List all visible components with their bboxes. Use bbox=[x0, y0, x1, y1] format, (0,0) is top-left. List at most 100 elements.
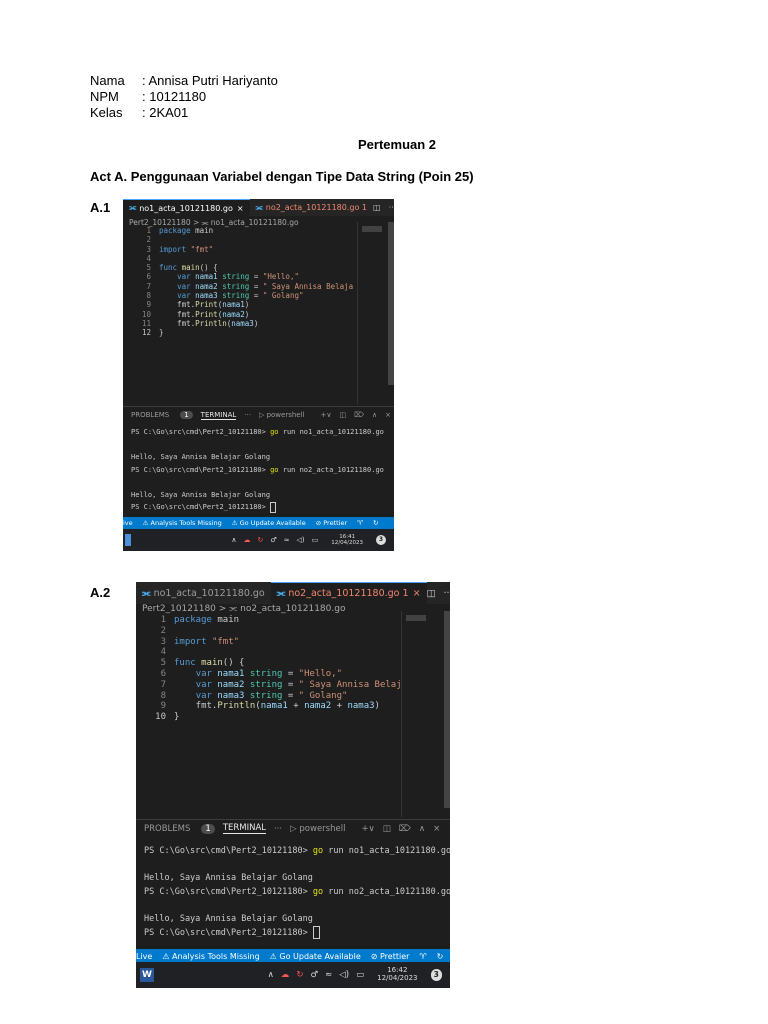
status-live[interactable]: Live bbox=[136, 952, 152, 961]
line-number: 7 bbox=[160, 679, 166, 690]
terminal-output[interactable]: PS C:\Go\src\cmd\Pert2_10121180> go run … bbox=[136, 845, 450, 940]
code-editor[interactable]: 1 package main 2 3 import "fmt" 4 5 func main()… bbox=[123, 226, 394, 338]
shell-name: powershell bbox=[299, 823, 346, 834]
windows-taskbar: W ∧ ☁ ↻ ♂ ≈ ◁) ▭ 16:42 12/04/2023 3 bbox=[136, 962, 450, 988]
terminal-cursor bbox=[312, 926, 320, 939]
split-terminal-icon[interactable]: ◫ bbox=[339, 411, 346, 419]
status-go-update[interactable]: ⚠ Go Update Available bbox=[270, 952, 361, 961]
battery-icon[interactable]: ▭ bbox=[312, 536, 319, 544]
go-file-icon: ⫘ bbox=[276, 588, 286, 599]
problems-tab[interactable]: PROBLEMS bbox=[131, 411, 169, 419]
line-number: 9 bbox=[146, 300, 151, 310]
tab-no1[interactable]: ⫘ no1_acta_10121180.go × bbox=[123, 199, 250, 217]
terminal-shell-selector[interactable]: ▷ powershell bbox=[259, 411, 313, 419]
status-live[interactable]: ive bbox=[123, 519, 133, 527]
terminal-tab[interactable]: TERMINAL bbox=[200, 411, 237, 420]
student-info: Nama: Annisa Putri Hariyanto NPM: 101211… bbox=[90, 73, 278, 121]
taskbar-clock[interactable]: 16:41 12/04/2023 bbox=[331, 534, 363, 546]
volume-icon[interactable]: ◁) bbox=[339, 970, 349, 980]
editor-scrollbar[interactable] bbox=[444, 611, 450, 808]
close-icon[interactable]: × bbox=[413, 588, 421, 599]
split-editor-icon[interactable]: ◫ bbox=[373, 203, 381, 212]
cloud-icon[interactable]: ☁ bbox=[281, 970, 290, 980]
feedback-icon[interactable]: ♈ bbox=[419, 952, 426, 961]
go-file-icon: ⫘ bbox=[142, 587, 151, 599]
sync-icon[interactable]: ↻ bbox=[258, 536, 264, 544]
wifi-icon[interactable]: ≈ bbox=[284, 536, 290, 544]
taskbar-clock[interactable]: 16:42 12/04/2023 bbox=[377, 967, 417, 982]
editor-scrollbar[interactable] bbox=[388, 222, 394, 385]
more-actions-icon[interactable]: ··· bbox=[444, 588, 450, 599]
new-terminal-icon[interactable]: +∨ bbox=[320, 411, 331, 419]
panel-tabs: PROBLEMS 1 TERMINAL ··· ▷ powershell +∨ ◫ ⌦ ∧ × bbox=[123, 406, 394, 423]
maximize-panel-icon[interactable]: ∧ bbox=[372, 411, 377, 419]
status-prettier[interactable]: ⊘ Prettier bbox=[371, 952, 410, 961]
line-number: 6 bbox=[160, 668, 166, 679]
tab-no2[interactable]: ⫘ no2_acta_10121180.go 1 bbox=[250, 199, 373, 216]
panel-more-icon[interactable]: ··· bbox=[274, 824, 282, 834]
terminal-line bbox=[131, 476, 394, 489]
trash-icon[interactable]: ⌦ bbox=[354, 411, 364, 419]
status-prettier[interactable]: ⊘ Prettier bbox=[316, 519, 347, 527]
close-panel-icon[interactable]: × bbox=[385, 411, 391, 419]
terminal-text: PS C:\Go\src\cmd\Pert2_10121180> go run … bbox=[131, 465, 384, 474]
status-analysis-tools[interactable]: ⚠ Analysis Tools Missing bbox=[143, 519, 222, 527]
tab-no2[interactable]: ⫘ no2_acta_10121180.go 1 × bbox=[270, 582, 427, 605]
sync-icon[interactable]: ↻ bbox=[296, 970, 303, 980]
notifications-icon[interactable]: ↻ bbox=[437, 952, 444, 961]
trash-icon[interactable]: ⌦ bbox=[399, 824, 411, 834]
terminal-line: PS C:\Go\src\cmd\Pert2_10121180> go run … bbox=[131, 464, 394, 477]
wifi-icon[interactable]: ≈ bbox=[325, 970, 332, 980]
go-file-icon: ⫘ bbox=[255, 202, 263, 212]
close-icon[interactable]: × bbox=[237, 204, 244, 213]
new-terminal-icon[interactable]: +∨ bbox=[361, 824, 374, 834]
line-number: 2 bbox=[160, 625, 166, 636]
volume-icon[interactable]: ◁) bbox=[297, 536, 305, 544]
tab-label: no2_acta_10121180.go 1 bbox=[288, 588, 409, 599]
cloud-icon[interactable]: ☁ bbox=[244, 536, 251, 544]
status-go-update[interactable]: ⚠ Go Update Available bbox=[232, 519, 306, 527]
feedback-icon[interactable]: ♈ bbox=[357, 519, 363, 527]
terminal-shell-selector[interactable]: ▷ powershell bbox=[290, 824, 353, 834]
windows-taskbar: ∧ ☁ ↻ ♂ ≈ ◁) ▭ 16:41 12/04/2023 3 bbox=[123, 529, 394, 551]
problems-tab[interactable]: PROBLEMS bbox=[144, 824, 190, 834]
maximize-panel-icon[interactable]: ∧ bbox=[419, 824, 425, 834]
chevron-up-icon[interactable]: ∧ bbox=[231, 536, 236, 544]
kelas-row: Kelas: 2KA01 bbox=[90, 105, 189, 120]
more-actions-icon[interactable]: ··· bbox=[389, 203, 394, 212]
tab-no1[interactable]: ⫘ no1_acta_10121180.go bbox=[136, 582, 271, 604]
terminal-line: PS C:\Go\src\cmd\Pert2_10121180> bbox=[131, 501, 394, 514]
code-text: } bbox=[174, 712, 180, 723]
panel-more-icon[interactable]: ··· bbox=[244, 411, 251, 419]
notification-count-badge[interactable]: 3 bbox=[376, 535, 386, 545]
terminal-tab[interactable]: TERMINAL bbox=[222, 823, 267, 835]
notifications-icon[interactable]: ↻ bbox=[373, 519, 378, 527]
code-text: fmt.Println(nama1 + nama2 + nama3) bbox=[174, 701, 380, 712]
terminal-text: PS C:\Go\src\cmd\Pert2_10121180> go run … bbox=[144, 886, 450, 897]
split-editor-icon[interactable]: ◫ bbox=[427, 588, 436, 599]
vscode-screenshot-a1: ⫘ no1_acta_10121180.go × ⫘ no2_acta_10121180… bbox=[123, 199, 394, 551]
status-analysis-tools[interactable]: ⚠ Analysis Tools Missing bbox=[162, 952, 259, 961]
chevron-up-icon[interactable]: ∧ bbox=[268, 970, 274, 980]
terminal-text: PS C:\Go\src\cmd\Pert2_10121180> bbox=[131, 503, 271, 511]
line-number: 12 bbox=[141, 328, 151, 338]
word-app-icon[interactable]: W bbox=[140, 968, 154, 982]
notification-count-badge[interactable]: 3 bbox=[430, 969, 442, 981]
shell-name: powershell bbox=[266, 411, 305, 419]
terminal-line: PS C:\Go\src\cmd\Pert2_10121180> go run … bbox=[144, 886, 450, 900]
meeting-title: Pertemuan 2 bbox=[358, 137, 437, 152]
mic-icon[interactable]: ♂ bbox=[270, 536, 276, 544]
taskbar-app-icon[interactable] bbox=[125, 534, 131, 546]
battery-icon[interactable]: ▭ bbox=[356, 970, 364, 980]
minimap[interactable] bbox=[357, 222, 388, 404]
code-text: fmt.Print(nama2) bbox=[159, 309, 250, 319]
code-line: 2 bbox=[123, 235, 394, 244]
split-terminal-icon[interactable]: ◫ bbox=[383, 824, 391, 834]
minimap[interactable] bbox=[401, 611, 444, 817]
mic-icon[interactable]: ♂ bbox=[311, 970, 319, 980]
close-panel-icon[interactable]: × bbox=[433, 824, 440, 834]
terminal-output[interactable]: PS C:\Go\src\cmd\Pert2_10121180> go run … bbox=[123, 426, 394, 514]
terminal-line bbox=[144, 859, 450, 873]
